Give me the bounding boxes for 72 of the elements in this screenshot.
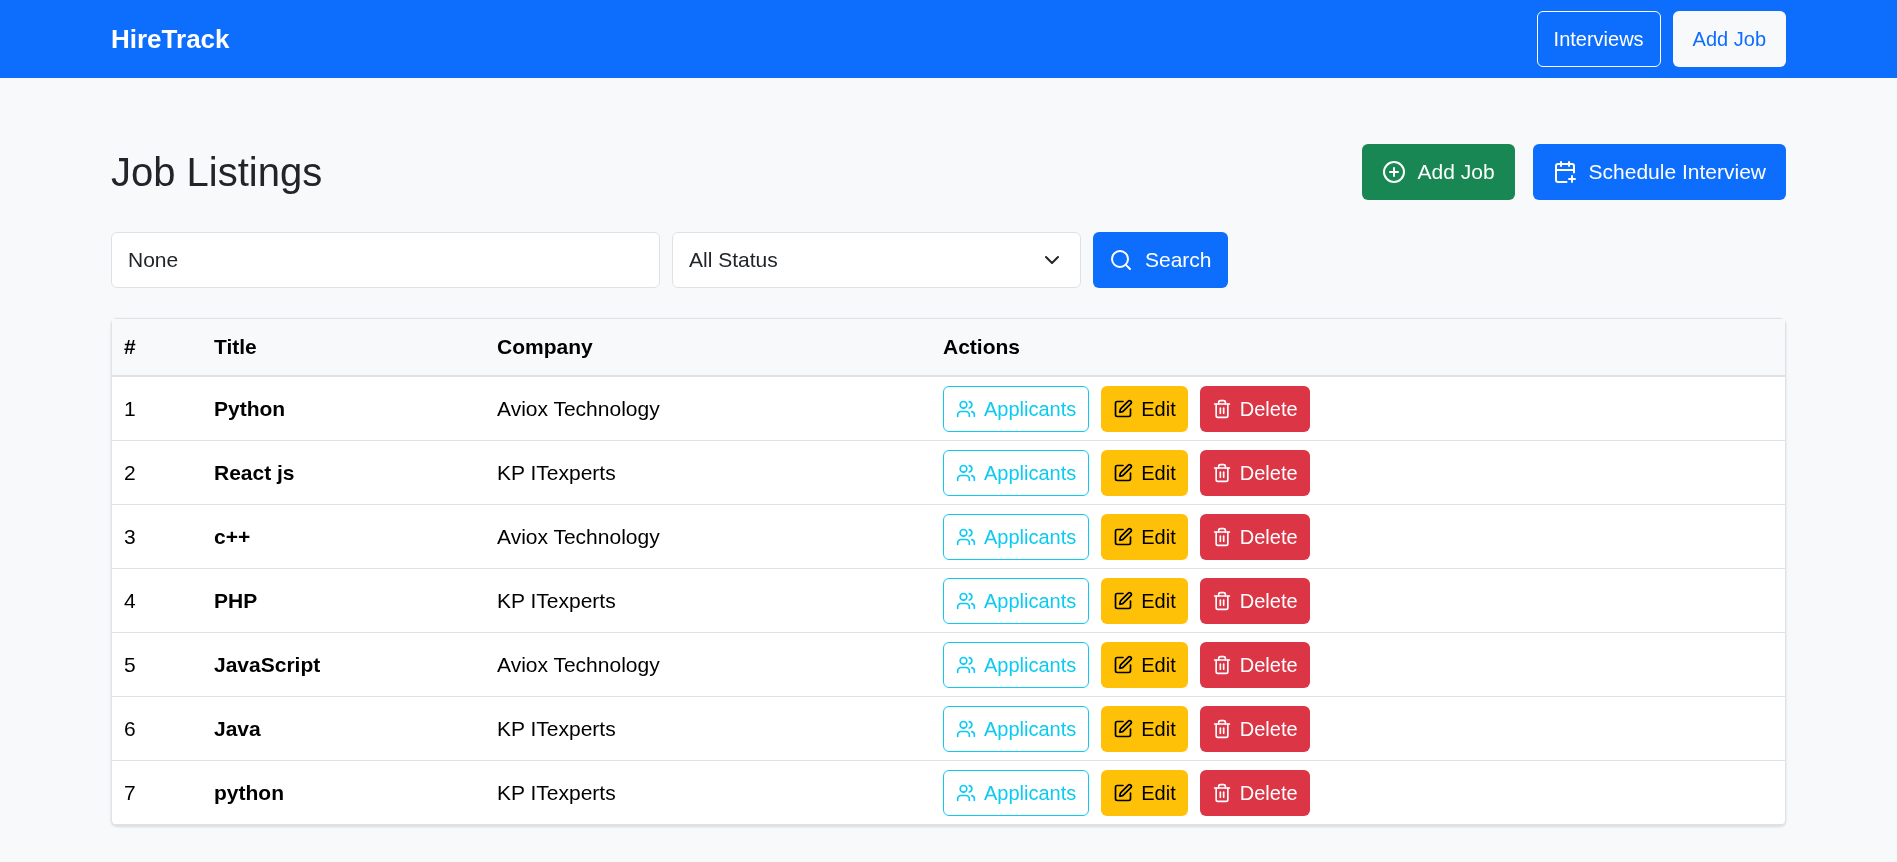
search-field[interactable]: None [111,232,660,288]
job-title: Java [214,715,262,742]
company-name: Aviox Technology [497,651,661,678]
job-title: Python [214,395,287,422]
add-job-nav-button[interactable]: Add Job [1672,11,1786,67]
job-title: JavaScript [214,651,322,678]
job-title: PHP [214,587,259,614]
delete-button[interactable]: Delete [1199,641,1310,688]
trash-icon [1211,718,1232,739]
edit-icon [1113,462,1134,483]
trash-icon [1211,462,1232,483]
company-name: KP ITexperts [497,587,617,614]
job-title: python [214,779,285,806]
status-dropdown[interactable]: All Status [672,232,1081,288]
row-number: 7 [123,779,137,806]
trash-icon [1211,782,1232,803]
delete-button[interactable]: Delete [1199,385,1310,432]
users-icon [956,782,976,803]
trash-icon [1211,526,1232,547]
edit-button[interactable]: Edit [1101,513,1188,560]
users-icon [956,526,976,547]
row-number: 6 [123,715,137,742]
row-number: 1 [123,395,137,422]
edit-button[interactable]: Edit [1101,769,1188,816]
search-button[interactable]: Search [1093,232,1228,288]
column-header: # [123,334,137,361]
interviews-button[interactable]: Interviews [1536,11,1661,67]
company-name: Aviox Technology [497,395,661,422]
trash-icon [1211,654,1232,675]
row-number: 3 [123,523,137,550]
company-name: Aviox Technology [497,523,661,550]
company-name: KP ITexperts [497,715,617,742]
edit-icon [1113,782,1134,803]
column-header: Company [497,334,594,361]
edit-button[interactable]: Edit [1101,641,1188,688]
row-number: 5 [123,651,137,678]
users-icon [956,462,976,483]
edit-button[interactable]: Edit [1101,385,1188,432]
row-number: 2 [123,459,137,486]
edit-icon [1113,654,1134,675]
add-job-button[interactable]: Add Job [1361,144,1515,200]
users-icon [956,398,976,419]
trash-icon [1211,590,1232,611]
delete-button[interactable]: Delete [1199,513,1310,560]
users-icon [956,590,976,611]
schedule-interview-button[interactable]: Schedule Interview [1532,144,1786,200]
edit-button[interactable]: Edit [1101,705,1188,752]
plus-circle-icon [1381,160,1406,184]
edit-icon [1113,398,1134,419]
edit-button[interactable]: Edit [1101,449,1188,496]
page-title: Job Listings [111,149,323,196]
users-icon [956,718,976,739]
edit-icon [1113,590,1134,611]
edit-icon [1113,718,1134,739]
column-header: Title [214,334,258,361]
job-title: c++ [214,523,252,550]
edit-icon [1113,526,1134,547]
calendar-icon [1552,160,1577,184]
brand-logo[interactable]: HireTrack [111,19,230,59]
trash-icon [1211,398,1232,419]
company-name: KP ITexperts [497,779,617,806]
job-title: React js [214,459,296,486]
delete-button[interactable]: Delete [1199,769,1310,816]
edit-button[interactable]: Edit [1101,577,1188,624]
column-header: Actions [943,334,1020,361]
delete-button[interactable]: Delete [1199,449,1310,496]
delete-button[interactable]: Delete [1199,705,1310,752]
search-icon [1109,248,1133,272]
company-name: KP ITexperts [497,459,617,486]
users-icon [956,654,976,675]
row-number: 4 [123,587,137,614]
delete-button[interactable]: Delete [1199,577,1310,624]
